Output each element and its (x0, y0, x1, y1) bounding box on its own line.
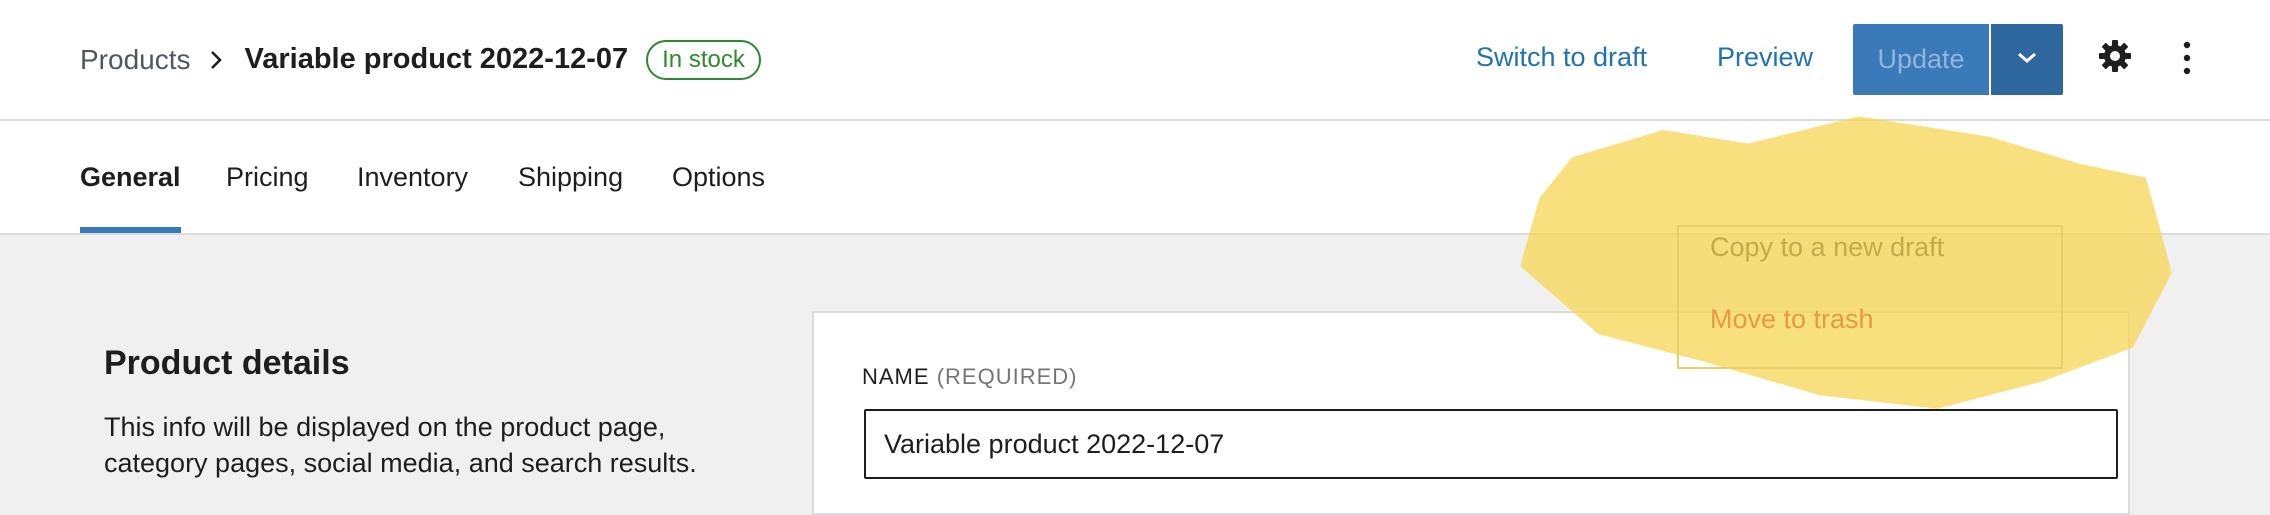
breadcrumb-products-link[interactable]: Products (80, 44, 191, 76)
chevron-down-icon (2016, 51, 2038, 68)
settings-gear-button[interactable] (2097, 39, 2133, 78)
more-vertical-icon (2183, 41, 2191, 80)
copy-to-new-draft-item[interactable]: Copy to a new draft (1710, 232, 1944, 263)
required-indicator: (REQUIRED) (936, 364, 1078, 389)
tab-inventory[interactable]: Inventory (357, 121, 468, 233)
more-options-button[interactable] (2172, 40, 2202, 80)
chevron-right-icon (209, 49, 223, 71)
tab-pricing[interactable]: Pricing (226, 121, 309, 233)
name-field-label: NAME (REQUIRED) (862, 364, 1077, 390)
preview-button[interactable]: Preview (1717, 42, 1813, 73)
switch-to-draft-button[interactable]: Switch to draft (1476, 42, 1647, 73)
breadcrumb: Products Variable product 2022-12-07 In … (80, 0, 761, 119)
name-label-text: NAME (862, 364, 930, 389)
tab-shipping[interactable]: Shipping (518, 121, 623, 233)
status-badge: In stock (646, 39, 761, 80)
gear-icon (2098, 39, 2132, 78)
tab-general[interactable]: General (80, 121, 181, 233)
update-button[interactable]: Update (1853, 24, 1989, 95)
section-description: This info will be displayed on the produ… (104, 412, 697, 478)
update-options-toggle[interactable] (1991, 24, 2063, 95)
section-title: Product details (104, 344, 350, 382)
page-title: Variable product 2022-12-07 (244, 43, 629, 75)
tab-options[interactable]: Options (672, 121, 765, 233)
move-to-trash-item[interactable]: Move to trash (1710, 304, 1874, 335)
product-name-input[interactable] (864, 409, 2118, 479)
